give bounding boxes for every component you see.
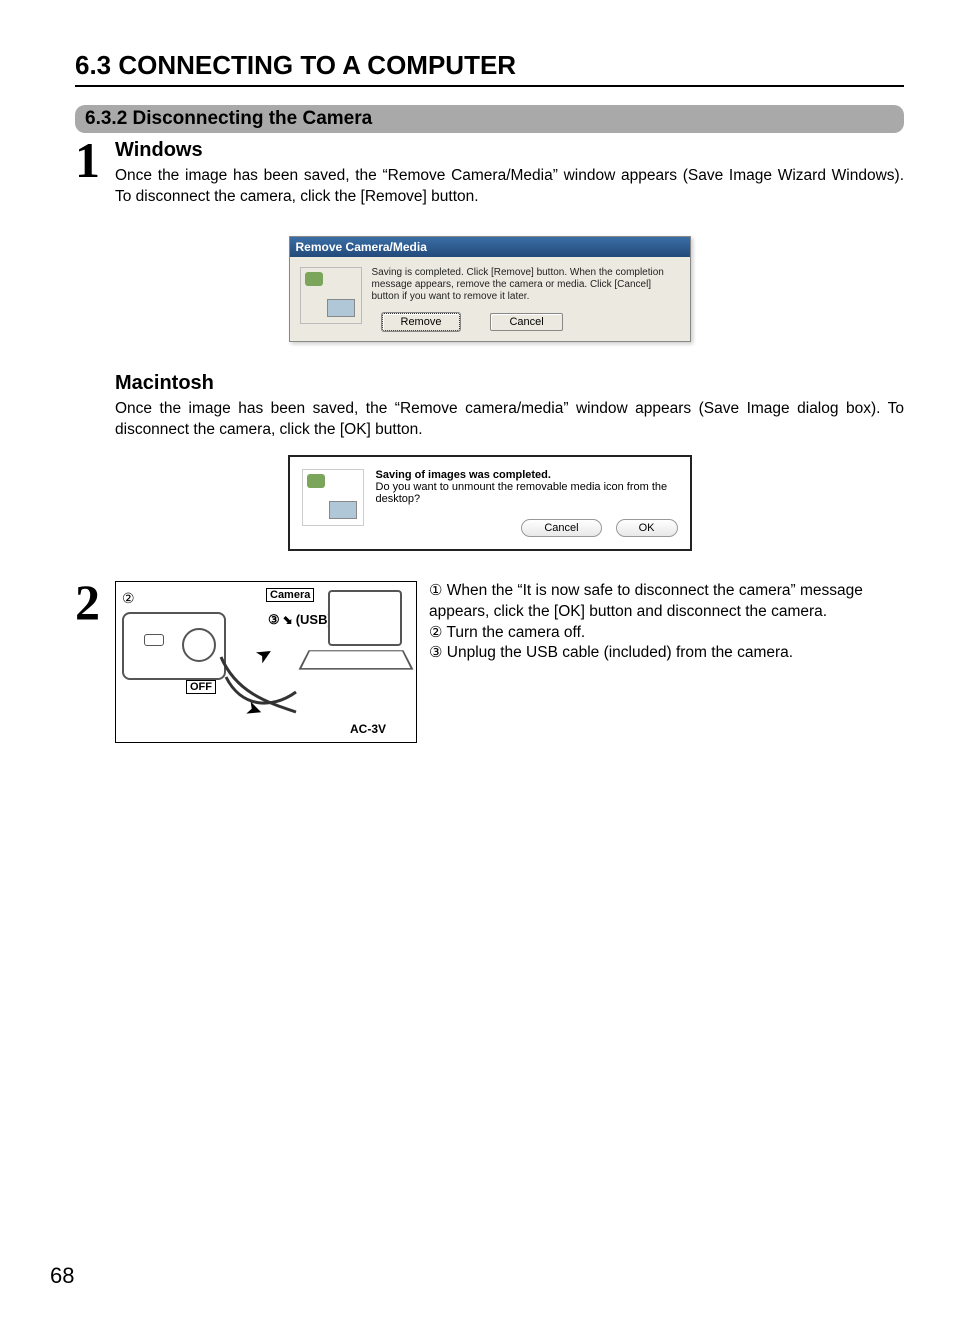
list-marker-3: ③ (429, 643, 442, 663)
mac-dialog-icon (302, 469, 364, 526)
camera-illustration (122, 612, 226, 680)
mac-dialog: Saving of images was completed. Do you w… (288, 455, 692, 551)
windows-dialog: Remove Camera/Media Saving is completed.… (289, 236, 691, 342)
windows-body: Once the image has been saved, the “Remo… (115, 166, 904, 208)
page-number: 68 (50, 1263, 74, 1289)
mac-dialog-line1: Saving of images was completed. (376, 469, 678, 481)
mac-heading: Macintosh (115, 372, 904, 395)
windows-heading: Windows (115, 139, 904, 162)
subsection-heading: 6.3.2 Disconnecting the Camera (75, 105, 904, 133)
mac-ok-button[interactable]: OK (616, 519, 678, 537)
step2-item-1-text: When the “It is now safe to disconnect t… (429, 582, 863, 620)
windows-cancel-button[interactable]: Cancel (490, 313, 562, 331)
section-underline (75, 85, 904, 87)
step-number-2: 2 (75, 581, 115, 624)
windows-remove-button[interactable]: Remove (382, 313, 461, 331)
step2-item-3: ③ Unplug the USB cable (included) from t… (429, 643, 904, 664)
list-marker-1: ① (429, 581, 442, 601)
laptop-illustration (298, 590, 408, 680)
mac-body: Once the image has been saved, the “Remo… (115, 399, 904, 441)
step2-item-1: ① When the “It is now safe to disconnect… (429, 581, 904, 623)
windows-dialog-icon (300, 267, 362, 324)
ac-adapter-label: AC-3V (350, 722, 386, 736)
usb-icon: ⬊ (283, 613, 293, 627)
mac-dialog-line2: Do you want to unmount the removable med… (376, 481, 678, 505)
windows-dialog-title: Remove Camera/Media (290, 237, 690, 257)
list-marker-2: ② (429, 623, 442, 643)
mac-cancel-button[interactable]: Cancel (521, 519, 601, 537)
step-number-1: 1 (75, 139, 115, 182)
step2-item-3-text: Unplug the USB cable (included) from the… (447, 644, 793, 661)
figure-marker-3-num: ③ (268, 612, 280, 628)
section-title: 6.3 CONNECTING TO A COMPUTER (75, 50, 904, 81)
step2-item-2-text: Turn the camera off. (446, 624, 585, 641)
step2-figure: ② OFF Camera ③ ⬊ (USB)socket (115, 581, 417, 743)
figure-marker-2: ② (122, 590, 135, 607)
step2-item-2: ② Turn the camera off. (429, 623, 904, 644)
off-label: OFF (186, 680, 216, 694)
windows-dialog-message: Saving is completed. Click [Remove] butt… (372, 267, 680, 303)
